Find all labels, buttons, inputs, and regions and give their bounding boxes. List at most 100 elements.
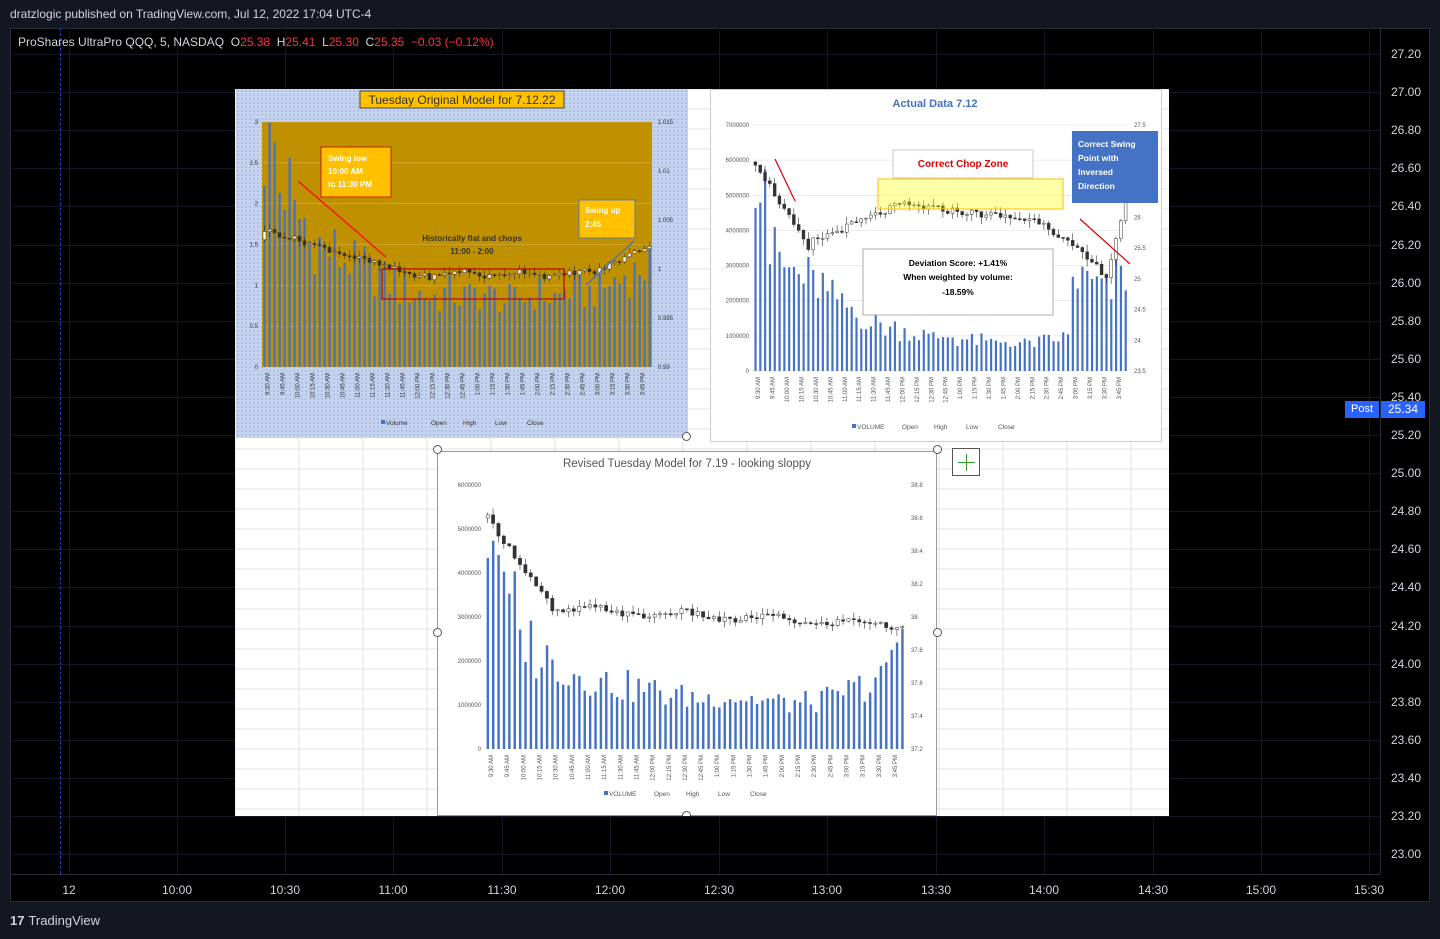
candle-body: [722, 616, 727, 622]
candle-body: [501, 535, 506, 544]
candle-body: [462, 269, 467, 273]
x-tick: 2:15 PM: [1030, 377, 1036, 399]
x-tick: 1:15 PM: [491, 373, 497, 395]
volume-bar: [985, 340, 988, 371]
volume-bar: [599, 677, 603, 749]
volume-bar: [378, 267, 381, 367]
volume-bar: [308, 241, 311, 367]
candle-body: [744, 615, 749, 621]
candle-body: [282, 236, 287, 239]
tradingview-logo-icon: 17: [10, 913, 25, 928]
y-left-tick: 1.5: [250, 243, 259, 249]
candle-body: [792, 619, 797, 624]
volume-bar: [608, 286, 611, 367]
volume-bar: [712, 706, 716, 749]
candle-body: [1027, 218, 1032, 221]
candle-body: [412, 273, 417, 278]
candle-body: [706, 616, 711, 620]
resize-handle[interactable]: [933, 445, 942, 454]
candle-body: [1003, 214, 1008, 218]
resize-handle[interactable]: [933, 628, 942, 637]
volume-bar: [768, 264, 772, 371]
time-tick: 14:00: [1028, 883, 1060, 897]
x-tick: 11:15 AM: [371, 373, 377, 398]
resize-handle[interactable]: [433, 628, 442, 637]
volume-bar: [865, 329, 868, 371]
volume-bar: [869, 326, 872, 371]
legend-entry: Open: [431, 420, 447, 427]
candle-body: [845, 223, 849, 233]
candle-body: [652, 614, 657, 618]
x-tick: 1:30 PM: [506, 373, 512, 395]
x-tick: 3:00 PM: [844, 755, 850, 777]
volume-bar: [1062, 332, 1065, 371]
high-value: 25.41: [285, 35, 316, 49]
time-axis[interactable]: 12 10:00 10:30 11:00 11:30 12:00 12:30 13:00 13:…: [10, 874, 1384, 903]
candle-body: [755, 617, 759, 620]
candle-body: [884, 622, 889, 628]
candle-body: [1037, 218, 1041, 225]
symbol-legend: ProShares UltraPro QQQ, 5, NASDAQ O25.38…: [18, 35, 494, 49]
candle-body: [1018, 218, 1022, 220]
candle-body: [819, 622, 824, 624]
volume-bar: [766, 698, 770, 749]
candle-body: [658, 613, 662, 616]
volume-bar: [563, 288, 566, 367]
resize-handle[interactable]: [682, 432, 691, 441]
volume-bar: [632, 702, 635, 749]
price-tick: 27.00: [1390, 85, 1421, 100]
volume-bar: [884, 335, 887, 371]
open-value: 25.38: [240, 35, 271, 49]
x-tick: 3:30 PM: [877, 755, 883, 777]
candle-body: [647, 616, 652, 619]
y-right-tick: 24.5: [1134, 308, 1146, 314]
footer-brand[interactable]: 17 TradingView: [10, 913, 100, 928]
volume-bar: [418, 290, 421, 367]
volume-bar: [739, 700, 743, 749]
candle-body: [517, 269, 522, 275]
resize-handle[interactable]: [682, 811, 691, 816]
y-right-tick: 37.2: [911, 747, 923, 753]
x-tick: 1:00 PM: [958, 377, 964, 399]
resize-handle[interactable]: [433, 445, 442, 454]
y-left-tick: 3000000: [458, 615, 482, 621]
y-left-tick: 2000000: [458, 659, 482, 665]
volume-bar: [1018, 342, 1022, 371]
candle-body: [577, 270, 582, 275]
volume-bar: [338, 267, 341, 367]
candle-body: [636, 613, 641, 615]
volume-bar: [680, 684, 683, 749]
volume-bar: [691, 692, 694, 749]
volume-bar: [518, 629, 522, 749]
candle-body: [984, 214, 988, 218]
add-chart-element-button[interactable]: [952, 448, 980, 476]
x-tick: 2:00 PM: [780, 755, 786, 777]
deviation-weighted-value: -18.59%: [942, 287, 974, 297]
price-tick: 27.20: [1390, 47, 1421, 61]
volume-bar: [578, 676, 581, 749]
legend-entry: Open: [654, 791, 670, 798]
candle-body: [895, 627, 899, 630]
volume-bar: [433, 294, 436, 367]
price-axis[interactable]: 27.20 27.00 26.80 26.60 26.40 26.20 26.00 25.80…: [1380, 28, 1431, 874]
volume-bar: [1042, 334, 1046, 371]
x-tick: 10:15 AM: [799, 377, 805, 402]
x-tick: 12:45 PM: [461, 373, 467, 399]
candle-body: [782, 203, 786, 209]
candle-body: [798, 622, 802, 625]
candle-body: [857, 619, 862, 623]
candle-body: [467, 269, 472, 273]
candle-body: [532, 272, 537, 275]
low-label: L: [322, 35, 329, 49]
candle-body: [588, 604, 592, 608]
candle-body: [787, 208, 791, 215]
x-tick: 3:45 PM: [1117, 377, 1123, 399]
x-tick: 12:00 PM: [651, 755, 657, 781]
volume-bar: [408, 302, 411, 367]
volume-bar: [603, 288, 606, 367]
x-tick: 10:00 AM: [785, 377, 791, 402]
candle-body: [625, 611, 630, 617]
volume-bar: [826, 291, 829, 371]
volume-bar: [373, 296, 376, 367]
volume-bar: [932, 332, 935, 371]
